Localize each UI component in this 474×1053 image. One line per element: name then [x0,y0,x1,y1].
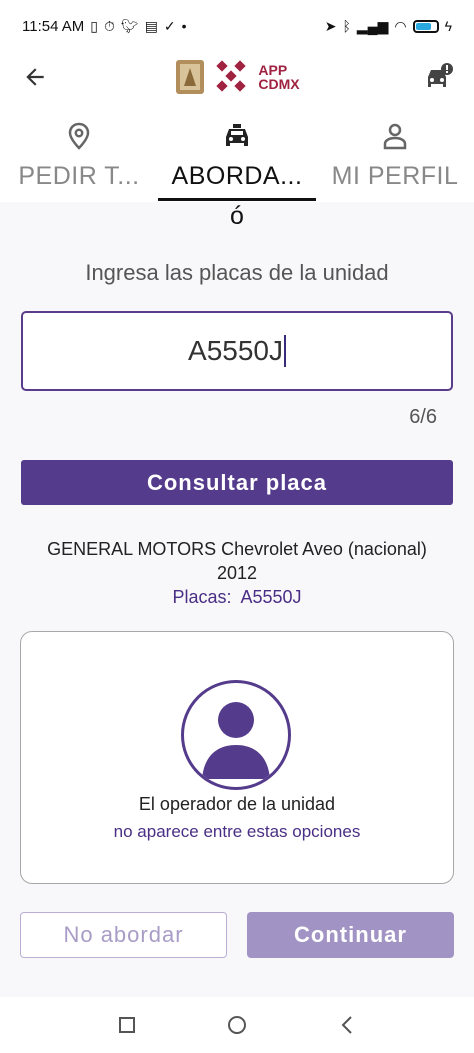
tab-abordar[interactable]: ABORDA... [158,112,316,204]
vehicle-model: GENERAL MOTORS Chevrolet Aveo (nacional) [47,539,427,559]
main-content: ó Ingresa las placas de la unidad A5550J… [0,202,474,997]
taxi-alert-button[interactable] [422,60,456,94]
plates-value: A5550J [240,587,302,607]
continue-button[interactable]: Continuar [247,912,454,958]
wifi-icon: ◠ [394,18,407,34]
back-button[interactable] [18,60,52,94]
logo-line-1: APP [258,62,288,78]
tab-perfil[interactable]: MI PERFIL [316,112,474,204]
dot-icon: • [181,18,187,34]
app-cdmx-logo-icon [216,60,247,92]
app-logo: APP CDMX [174,58,300,96]
cdmx-shield-icon [176,60,205,94]
message-icon: ▤ [144,18,158,34]
bluetooth-icon: ᛒ [342,18,351,34]
tab-label: MI PERFIL [331,162,459,190]
app-bar: APP CDMX [0,52,474,102]
text-caret [283,335,286,367]
tab-label: PEDIR T... [18,162,140,190]
alarm-icon: ⏱ [103,18,115,34]
status-bar: 11:54 AM ▯ ⏱ 🐦︎ ▤ ✓ • ➤ ᛒ ▂▄▆ ◠ ϟ [0,0,474,52]
status-left: 11:54 AM ▯ ⏱ 🐦︎ ▤ ✓ • [22,18,187,35]
logo-line-2: CDMX [258,76,300,92]
location-icon: ➤ [324,18,337,34]
recents-button[interactable] [72,997,182,1053]
person-icon [382,116,408,156]
avatar-icon [181,680,291,790]
stray-text: ó [230,202,244,230]
battery-icon [412,19,439,33]
vehicle-year: 2012 [216,563,258,583]
plate-input-value: A5550J [188,335,283,366]
no-board-button[interactable]: No abordar [20,912,227,958]
operator-not-found-link[interactable]: no aparece entre estas opciones [21,822,453,842]
signal-icon: ▂▄▆ [356,18,389,34]
tab-pedir[interactable]: PEDIR T... [0,112,158,204]
chevron-left-icon [341,1016,352,1034]
vehicle-info: GENERAL MOTORS Chevrolet Aveo (nacional)… [10,537,464,585]
vibrate-icon: ▯ [90,18,98,34]
home-button[interactable] [182,997,292,1053]
location-pin-icon [67,116,91,156]
circle-icon [228,1016,246,1034]
plate-prompt: Ingresa las placas de la unidad [85,260,389,285]
plates-label: Placas: [172,587,232,607]
app-logo-text: APP CDMX [258,63,299,91]
plate-input[interactable]: A5550J [21,311,453,391]
arrow-left-icon [26,68,44,86]
tab-label: ABORDA... [171,162,303,190]
status-time: 11:54 AM [22,17,85,35]
char-counter: 6/6 [409,406,437,428]
twitter-icon: 🐦︎ [120,18,139,34]
check-icon: ✓ [163,18,176,34]
tab-bar: PEDIR T... ABORDA... MI PERFIL [0,112,474,204]
operator-title: El operador de la unidad [138,794,336,814]
consult-plate-button[interactable]: Consultar placa [21,460,453,505]
charging-icon: ϟ [444,18,452,34]
back-nav-button[interactable] [292,997,402,1053]
system-nav-bar [0,997,474,1053]
taxi-icon [223,116,251,156]
status-right: ➤ ᛒ ▂▄▆ ◠ ϟ [325,19,452,33]
square-icon [119,1017,135,1033]
operator-card[interactable]: El operador de la unidad no aparece entr… [20,631,454,884]
taxi-alert-icon [427,63,453,87]
plates-line: Placas: A5550J [0,587,474,608]
